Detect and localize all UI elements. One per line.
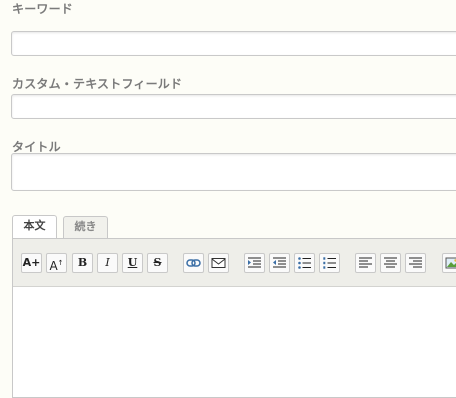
link-icon <box>186 259 201 267</box>
title-input[interactable] <box>11 153 456 191</box>
rich-text-editor: A+ A↑ B I U S <box>12 238 456 398</box>
outdent-button[interactable] <box>269 253 290 273</box>
font-size-up-icon: A↑ <box>49 259 64 273</box>
insert-image-button[interactable] <box>442 253 456 273</box>
underline-button[interactable]: U <box>122 253 143 273</box>
align-left-icon <box>359 257 372 268</box>
align-right-button[interactable] <box>405 253 426 273</box>
bulleted-list-button[interactable] <box>294 253 315 273</box>
strikethrough-button[interactable]: S <box>147 253 168 273</box>
numbered-list-icon <box>323 257 336 269</box>
link-button[interactable] <box>183 253 204 273</box>
align-center-button[interactable] <box>380 253 401 273</box>
indent-button[interactable] <box>244 253 265 273</box>
keyword-input[interactable] <box>11 31 456 56</box>
custom-text-field-label: カスタム・テキストフィールド <box>12 77 183 91</box>
font-size-up-button[interactable]: A↑ <box>46 253 67 273</box>
tab-body[interactable]: 本文 <box>12 215 57 239</box>
outdent-icon <box>273 257 286 268</box>
align-right-icon <box>409 257 422 268</box>
keyword-label: キーワード <box>12 2 74 16</box>
font-size-increase-icon: A+ <box>23 256 41 269</box>
editor-toolbar: A+ A↑ B I U S <box>13 239 456 287</box>
italic-button[interactable]: I <box>97 253 118 273</box>
insert-image-icon <box>445 257 456 269</box>
bulleted-list-icon <box>298 257 311 269</box>
email-icon <box>211 258 226 268</box>
align-left-button[interactable] <box>355 253 376 273</box>
font-size-increase-button[interactable]: A+ <box>21 253 42 273</box>
email-button[interactable] <box>208 253 229 273</box>
bold-button[interactable]: B <box>72 253 93 273</box>
italic-icon: I <box>105 256 110 269</box>
align-center-icon <box>384 257 397 268</box>
bold-icon: B <box>77 256 88 269</box>
editor-body-area[interactable] <box>13 287 456 397</box>
custom-text-field-input[interactable] <box>11 94 456 119</box>
strikethrough-icon: S <box>153 256 162 269</box>
numbered-list-button[interactable] <box>319 253 340 273</box>
indent-icon <box>248 257 261 268</box>
font-increase-label: A+ <box>22 256 41 269</box>
tab-more[interactable]: 続き <box>63 216 108 238</box>
underline-icon: U <box>127 256 138 269</box>
font-superscript-label: A <box>49 259 58 273</box>
